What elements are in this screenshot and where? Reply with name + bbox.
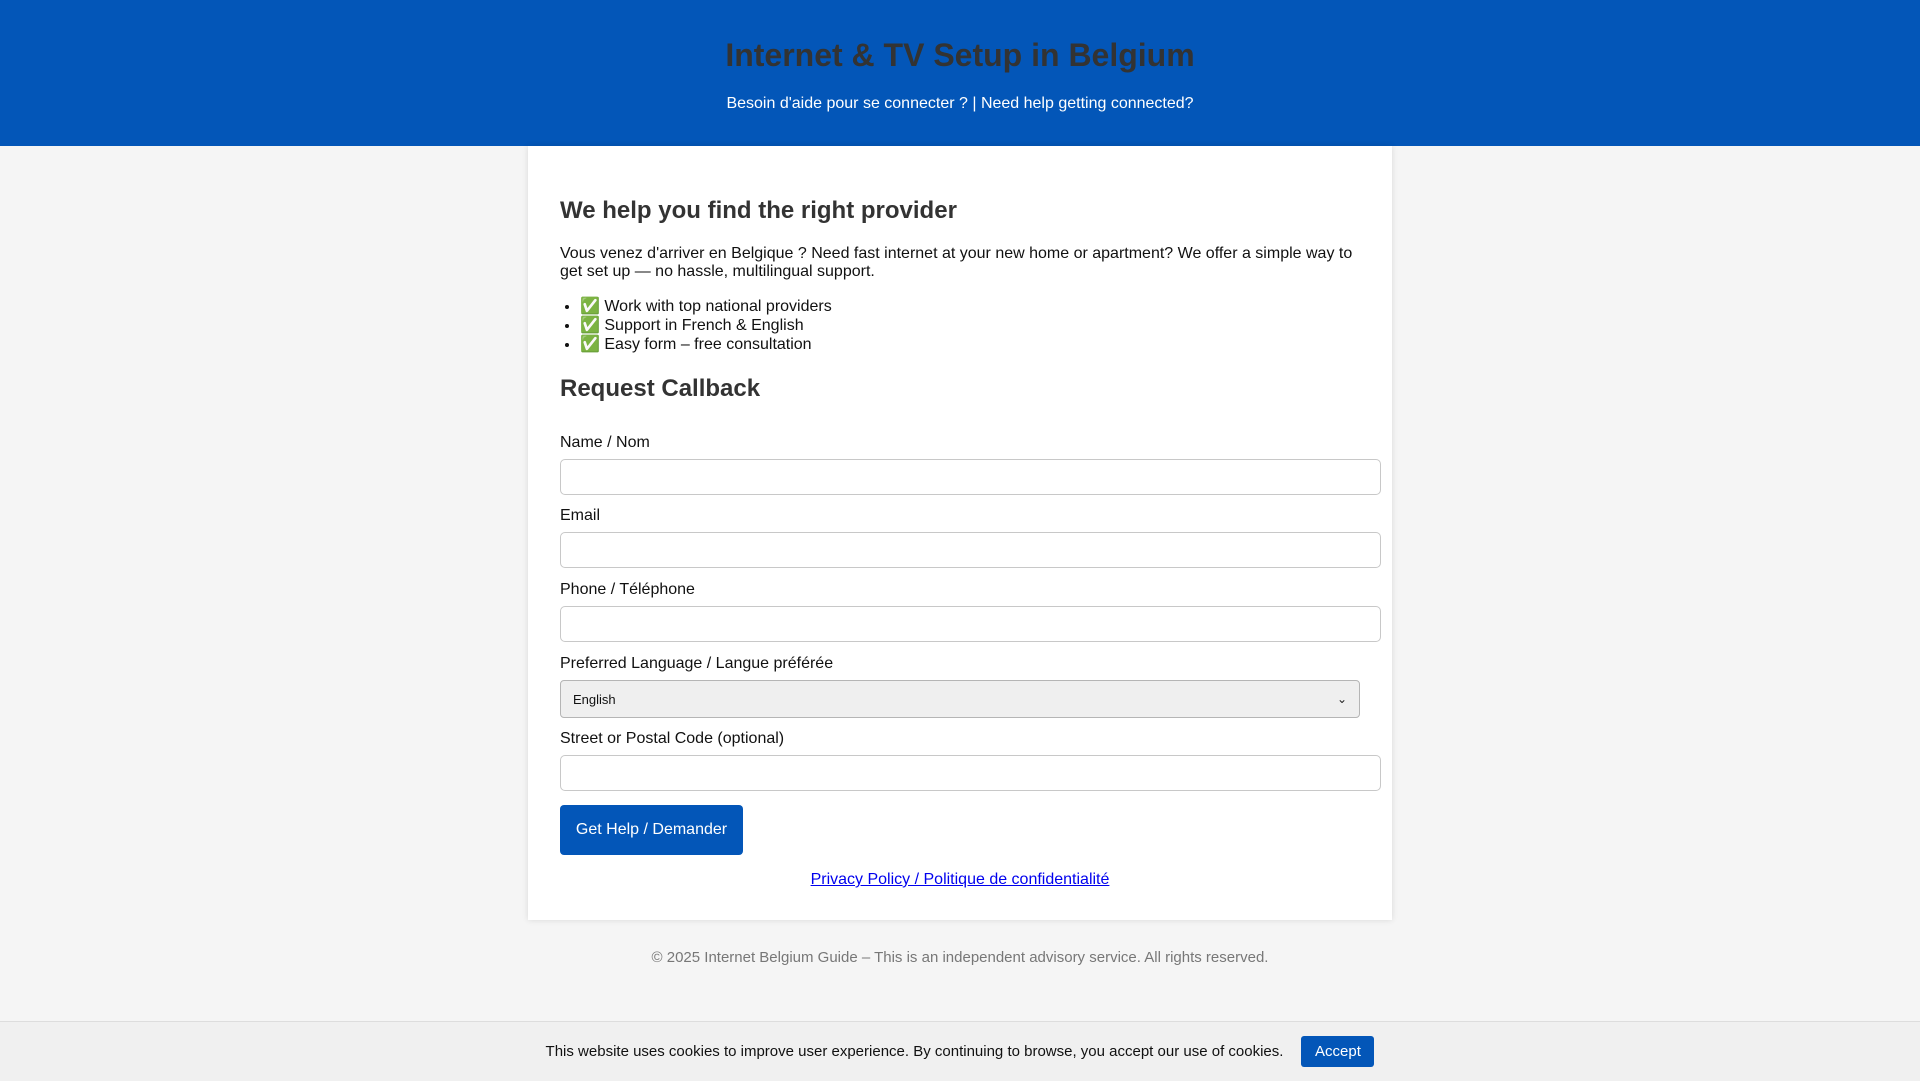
- email-input[interactable]: [560, 532, 1381, 568]
- cookie-banner: This website uses cookies to improve use…: [0, 1021, 1920, 1081]
- main-card: We help you find the right provider Vous…: [528, 146, 1392, 920]
- form-heading: Request Callback: [560, 375, 761, 402]
- footer-text: © 2025 Internet Belgium Guide – This is …: [651, 949, 1269, 966]
- language-label: Preferred Language / Langue préférée: [560, 655, 834, 672]
- list-item: ✅ Easy form – free consultation: [580, 335, 832, 354]
- intro-heading: We help you find the right provider: [560, 197, 957, 224]
- intro-paragraph: Vous venez d'arriver en Belgique ? Need …: [560, 245, 1353, 280]
- chevron-down-icon: ⌄: [1336, 692, 1347, 706]
- phone-input[interactable]: [560, 606, 1381, 642]
- list-item: ✅ Support in French & English: [580, 316, 832, 335]
- site-subtitle: Besoin d'aide pour se connecter ? | Need…: [726, 95, 1194, 112]
- accept-cookies-button[interactable]: Accept: [1301, 1036, 1375, 1067]
- privacy-policy-link[interactable]: Privacy Policy / Politique de confidenti…: [811, 871, 1110, 888]
- benefits-list: ✅ Work with top national providers ✅ Sup…: [560, 297, 832, 354]
- list-item: ✅ Work with top national providers: [580, 297, 832, 316]
- address-label: Street or Postal Code (optional): [560, 730, 785, 747]
- name-label: Name / Nom: [560, 434, 650, 451]
- submit-button[interactable]: Get Help / Demander: [560, 805, 743, 855]
- language-select[interactable]: English ⌄: [560, 680, 1360, 718]
- phone-label: Phone / Téléphone: [560, 581, 695, 598]
- site-header: Internet & TV Setup in Belgium Besoin d'…: [0, 0, 1920, 146]
- site-title: Internet & TV Setup in Belgium: [725, 37, 1195, 73]
- name-input[interactable]: [560, 459, 1381, 495]
- privacy-container: Privacy Policy / Politique de confidenti…: [528, 870, 1392, 890]
- address-input[interactable]: [560, 755, 1381, 791]
- cookie-message: This website uses cookies to improve use…: [545, 1043, 1284, 1060]
- language-selected-value: English: [573, 691, 616, 707]
- email-label: Email: [560, 507, 601, 524]
